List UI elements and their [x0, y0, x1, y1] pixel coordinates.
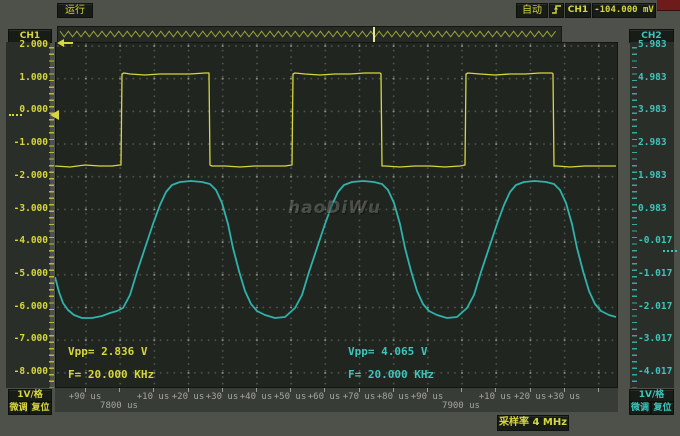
scale-tick-label: -0.017: [638, 235, 672, 246]
time-axis-label: 7800 us: [100, 401, 138, 411]
scale-tick-label: -5.000: [14, 268, 48, 279]
time-axis-label: +20 us: [514, 392, 547, 402]
marker-tail: [63, 42, 73, 44]
scale-tick-label: -1.017: [638, 268, 672, 279]
time-axis-label: +10 us: [479, 392, 512, 402]
trigger-source-label[interactable]: CH1: [565, 3, 591, 18]
time-axis-label: +30 us: [548, 392, 581, 402]
scale-tick-label: -4.017: [638, 366, 672, 377]
time-axis: +90 us7800 us+10 us+20 us+30 us+40 us+50…: [55, 388, 618, 412]
scale-tick-label: 2.000: [19, 39, 48, 50]
time-axis-label: 7900 us: [442, 401, 480, 411]
preview-zigzag: [58, 27, 561, 42]
time-tick: [119, 388, 120, 392]
preview-trigger-position-marker[interactable]: [373, 27, 375, 42]
scale-tick-label: 1.000: [19, 72, 48, 83]
time-axis-label: +10 us: [137, 392, 170, 402]
time-tick: [598, 388, 599, 392]
ch2-volts-per-div[interactable]: 1V/格: [629, 389, 674, 402]
watermark: haoDiWu: [288, 198, 381, 218]
ch1-fine-adjust-button[interactable]: 微调: [8, 402, 29, 415]
scale-tick-label: -6.000: [14, 301, 48, 312]
time-axis-label: +20 us: [172, 392, 205, 402]
auto-trigger-button[interactable]: 自动: [516, 3, 548, 18]
time-axis-label: +70 us: [343, 392, 376, 402]
ch1-voltage-scale: 2.000 1.000 0.000 -1.000 -2.000 -3.000 -4.000 -…: [6, 42, 50, 388]
time-axis-label: +60 us: [308, 392, 341, 402]
ch1-reset-button[interactable]: 复位: [29, 402, 52, 415]
scale-tick-label: -2.017: [638, 301, 672, 312]
scale-tick-label: 5.983: [638, 39, 667, 50]
ch1-ground-dashes: [9, 114, 22, 116]
scale-tick-label: -3.000: [14, 203, 48, 214]
ch2-fine-adjust-button[interactable]: 微调: [629, 402, 651, 415]
ch1-scale-ruler: [49, 42, 54, 388]
scale-tick-label: 4.983: [638, 72, 667, 83]
ch1-ground-marker[interactable]: [50, 110, 59, 120]
horizontal-position-marker[interactable]: [57, 39, 73, 47]
scale-tick-label: 3.983: [638, 104, 667, 115]
scale-tick-label: -1.000: [14, 137, 48, 148]
scale-tick-label: 1.983: [638, 170, 667, 181]
scale-tick-label: -3.017: [638, 333, 672, 344]
time-axis-label: +90 us: [69, 392, 102, 402]
run-status-button[interactable]: 运行: [57, 3, 93, 18]
scale-tick-label: 2.983: [638, 137, 667, 148]
ch2-scale-ruler: [632, 42, 637, 388]
sample-rate-readout: 采样率 4 MHz: [497, 415, 569, 431]
scale-tick-label: -8.000: [14, 366, 48, 377]
waveform-preview-strip[interactable]: [57, 26, 562, 43]
scale-tick-label: -7.000: [14, 333, 48, 344]
edge-trigger-icon[interactable]: [549, 3, 564, 18]
ch1-vpp-readout: Vpp= 2.836 V: [68, 345, 147, 358]
trigger-level-value[interactable]: -104.000 mV: [592, 3, 656, 18]
time-axis-label: +40 us: [240, 392, 273, 402]
ch2-frequency-readout: F= 20.000 KHz: [348, 368, 434, 381]
time-axis-label: +90 us: [411, 392, 444, 402]
ch1-frequency-readout: F= 20.000 KHz: [68, 368, 154, 381]
scale-tick-label: 0.983: [638, 203, 667, 214]
ch2-vpp-readout: Vpp= 4.065 V: [348, 345, 427, 358]
scale-tick-label: 0.000: [19, 104, 48, 115]
scale-tick-label: -4.000: [14, 235, 48, 246]
oscilloscope-screen: 运行 自动 CH1 -104.000 mV CH1 CH2 2.0001.000…: [0, 0, 680, 436]
ch2-ground-dashes: [663, 250, 677, 252]
corner-indicator: [657, 0, 680, 11]
ch1-volts-per-div[interactable]: 1V/格: [8, 389, 52, 402]
time-axis-label: +30 us: [206, 392, 239, 402]
ch2-reset-button[interactable]: 复位: [651, 402, 674, 415]
time-tick: [461, 388, 462, 392]
ch1-trace: [55, 73, 616, 167]
time-axis-label: +50 us: [274, 392, 307, 402]
time-axis-label: +80 us: [377, 392, 410, 402]
scale-tick-label: -2.000: [14, 170, 48, 181]
